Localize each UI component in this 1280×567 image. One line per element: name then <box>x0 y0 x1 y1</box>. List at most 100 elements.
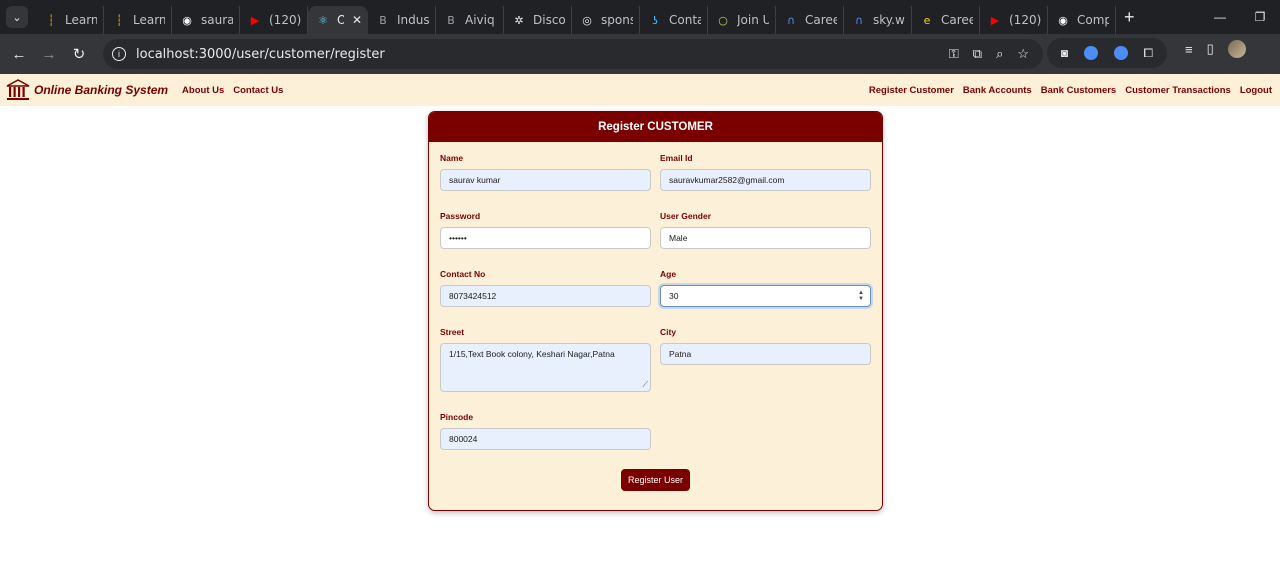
tab-title: sponse <box>601 13 633 27</box>
age-input[interactable]: 30 ▲ ▼ <box>660 285 871 307</box>
address-bar[interactable]: i localhost:3000/user/customer/register … <box>103 39 1043 69</box>
tab-title: Conta <box>669 13 701 27</box>
arch-icon: ∩ <box>786 13 796 27</box>
age-stepper-icon[interactable]: ▲ ▼ <box>858 290 864 302</box>
browser-tab[interactable]: ✲ Discov <box>504 6 572 34</box>
email-input[interactable]: sauravkumar2582@gmail.com <box>660 169 871 191</box>
restore-icon[interactable]: ❐ <box>1240 10 1280 24</box>
tab-list: ┆Learni┆Learni◉saurav▶(120) •⚛O✕BIndustB… <box>36 0 1135 34</box>
browser-tab[interactable]: ◎ sponse <box>572 6 640 34</box>
browser-tab[interactable]: ▶ (120) • <box>980 6 1048 34</box>
toolbar-right: ≡ ▯ <box>1185 40 1246 58</box>
chart-bars-icon: ┆ <box>115 13 123 27</box>
nav-logout[interactable]: Logout <box>1240 85 1272 96</box>
github-icon: ◉ <box>182 13 192 27</box>
form-title: Register CUSTOMER <box>429 112 882 142</box>
minimize-icon[interactable]: — <box>1200 10 1240 24</box>
browser-tab[interactable]: ▶ (120) • <box>240 6 308 34</box>
browser-tab-strip: ⌄ ┆ Learni ┆ Learni ◉ saurav ▶ (120) • ⚛ O ✕ B Indus… <box>0 0 1280 34</box>
bookmark-star-icon[interactable]: ☆ <box>1017 46 1029 62</box>
media-queue-icon[interactable]: ≡ <box>1185 42 1193 57</box>
password-input[interactable]: •••••• <box>440 227 651 249</box>
nav-bank-customers[interactable]: Bank Customers <box>1041 85 1117 96</box>
browser-tab[interactable]: ◉ saurav <box>172 6 240 34</box>
city-input[interactable]: Patna <box>660 343 871 365</box>
browser-tab[interactable]: B Indust <box>368 6 436 34</box>
tab-title: saurav <box>201 13 233 27</box>
age-label: Age <box>660 269 677 279</box>
browser-tab[interactable]: ┆ Learni <box>104 6 172 34</box>
url-text: localhost:3000/user/customer/register <box>136 46 385 62</box>
email-label: Email Id <box>660 153 693 163</box>
nav-contact-us[interactable]: Contact Us <box>233 85 283 96</box>
site-info-icon[interactable]: i <box>112 47 126 61</box>
tab-title: Careers <box>805 13 837 27</box>
tab-title: Learni <box>65 13 97 27</box>
side-panel-icon[interactable]: ▯ <box>1207 41 1214 57</box>
gender-input[interactable]: Male <box>660 227 871 249</box>
extension-blue-icon[interactable] <box>1083 46 1098 60</box>
forward-icon[interactable]: → <box>34 46 64 63</box>
close-tab-icon[interactable]: ✕ <box>352 13 362 27</box>
tab-title: Comp <box>1077 13 1109 27</box>
nav-about-us[interactable]: About Us <box>182 85 224 96</box>
browser-tab[interactable]: ◉ Comp <box>1048 6 1116 34</box>
app-navbar: Online Banking System About Us Contact U… <box>0 74 1280 106</box>
browser-tab[interactable]: ʖ Conta <box>640 6 708 34</box>
nav-left-links: About Us Contact Us <box>182 85 283 96</box>
register-user-button[interactable]: Register User <box>621 469 690 491</box>
browser-tab[interactable]: ∩ sky.wo <box>844 6 912 34</box>
street-textarea[interactable]: 1/15,Text Book colony, Keshari Nagar,Pat… <box>440 343 651 392</box>
contact-input[interactable]: 8073424512 <box>440 285 651 307</box>
chart-bars-icon: ┆ <box>47 13 55 27</box>
password-label: Password <box>440 211 481 221</box>
tab-title: Learni <box>133 13 165 27</box>
youtube-icon: ▶ <box>250 13 260 27</box>
browser-tab[interactable]: ⚛ O ✕ <box>308 6 368 34</box>
tab-search-chevron-icon[interactable]: ⌄ <box>6 6 28 28</box>
browser-tab[interactable]: ○ Join U <box>708 6 776 34</box>
name-input[interactable]: saurav kumar <box>440 169 651 191</box>
hook-icon: ʖ <box>652 13 658 27</box>
browser-tab[interactable]: B Aiviq <box>436 6 504 34</box>
key-icon[interactable]: ⚿ <box>949 46 959 62</box>
resize-grip-icon[interactable]: ⟋ <box>642 380 648 390</box>
city-label: City <box>660 327 677 337</box>
tab-title: Join U <box>737 13 769 27</box>
age-value: 30 <box>669 291 679 301</box>
brand[interactable]: Online Banking System <box>6 79 168 101</box>
tab-title: O <box>337 13 344 27</box>
street-value: 1/15,Text Book colony, Keshari Nagar,Pat… <box>449 349 615 359</box>
zoom-icon[interactable]: ⌕ <box>996 46 1003 62</box>
browser-toolbar: ← → ↻ i localhost:3000/user/customer/reg… <box>0 34 1280 74</box>
tab-title: (120) • <box>269 13 301 27</box>
puzzle-icon[interactable]: ⧠ <box>1143 46 1153 61</box>
nav-customer-transactions[interactable]: Customer Transactions <box>1125 85 1231 96</box>
tab-title: Caree <box>941 13 973 27</box>
back-icon[interactable]: ← <box>4 46 34 63</box>
browser-tab[interactable]: ∩ Careers <box>776 6 844 34</box>
new-tab-icon[interactable]: + <box>1124 7 1135 28</box>
profile-avatar[interactable] <box>1227 40 1246 58</box>
nav-bank-accounts[interactable]: Bank Accounts <box>963 85 1032 96</box>
letter-b-icon: B <box>447 13 455 27</box>
pincode-input[interactable]: 800024 <box>440 428 651 450</box>
browser-tab[interactable]: ┆ Learni <box>36 6 104 34</box>
name-label: Name <box>440 153 464 163</box>
browser-tab[interactable]: e Caree <box>912 6 980 34</box>
bank-building-icon <box>6 79 30 100</box>
github-icon: ◉ <box>1058 13 1068 27</box>
pincode-label: Pincode <box>440 412 474 422</box>
arch-icon: ∩ <box>854 13 864 27</box>
ring-icon: ○ <box>718 13 728 27</box>
nav-register-customer[interactable]: Register Customer <box>869 85 954 96</box>
camera-icon[interactable]: ◙ <box>1061 46 1068 60</box>
street-label: Street <box>440 327 465 337</box>
extensions-group: ◙ ⧠ <box>1047 38 1167 68</box>
react-icon: ⚛ <box>318 13 328 27</box>
install-app-icon[interactable]: ⧉ <box>973 46 982 62</box>
reload-icon[interactable]: ↻ <box>64 45 94 63</box>
extension-arrow-icon[interactable] <box>1113 46 1128 60</box>
letter-e-icon: e <box>923 13 931 27</box>
circle-logo-icon: ◎ <box>582 13 592 27</box>
